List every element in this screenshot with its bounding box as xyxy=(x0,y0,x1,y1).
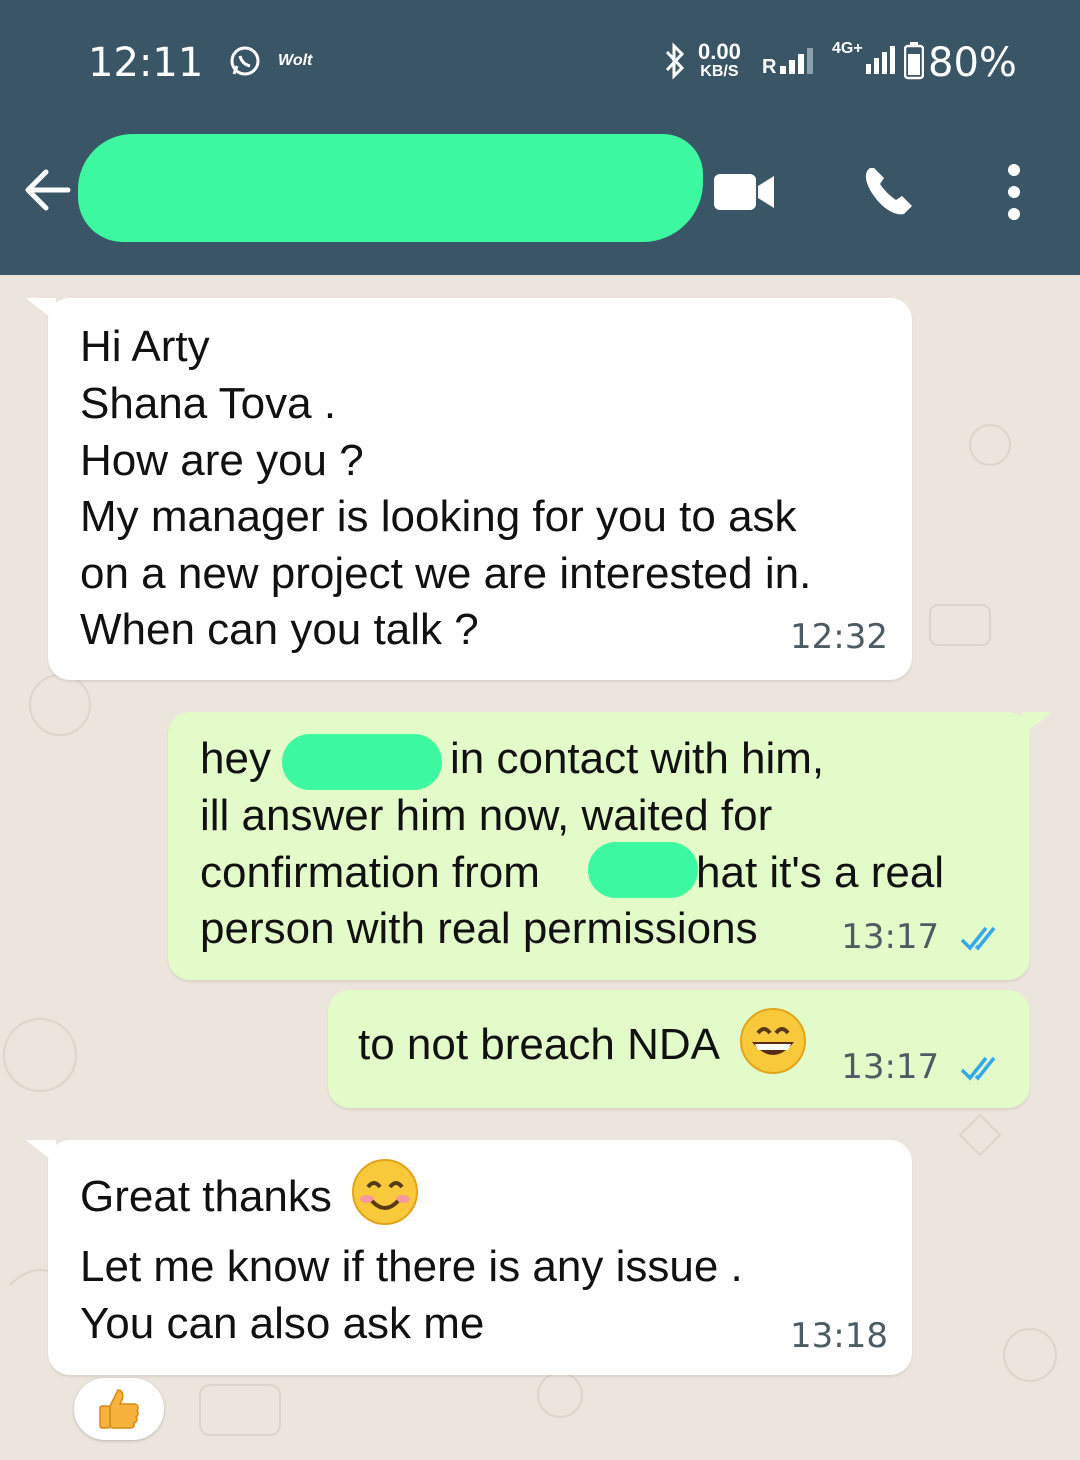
video-call-icon[interactable] xyxy=(712,170,776,214)
message-line: When can you talk ? xyxy=(80,605,479,654)
thumbs-up-icon xyxy=(99,1389,139,1429)
incoming-message[interactable]: Hi Arty Shana Tova . How are you ? My ma… xyxy=(48,298,912,680)
message-line: in contact with him, xyxy=(450,734,825,783)
message-time: 13:17 xyxy=(841,1039,1006,1096)
incoming-message[interactable]: Great thanks Let me know if there is any… xyxy=(48,1140,912,1375)
message-line: hat it's a real xyxy=(696,848,945,897)
message-time: 13:18 xyxy=(790,1316,888,1356)
voice-call-icon[interactable] xyxy=(860,164,916,220)
network-type: 4G+ xyxy=(832,40,863,57)
message-line: Shana Tova . xyxy=(80,379,337,428)
battery-icon xyxy=(904,42,924,80)
status-bar: 12:11 Wolt 0.00 KB/S R 4G+ 80% xyxy=(0,0,1080,120)
message-line: Hi Arty xyxy=(80,322,210,371)
redacted-name xyxy=(588,842,698,898)
message-line: confirmation from xyxy=(200,848,540,897)
reaction-badge[interactable] xyxy=(74,1378,164,1440)
redacted-contact-name[interactable] xyxy=(78,134,703,242)
roaming-indicator: R xyxy=(762,56,777,78)
message-line: My manager is looking for you to ask xyxy=(80,492,797,541)
message-line: to not breach NDA xyxy=(358,1008,808,1076)
message-line: You can also ask me xyxy=(80,1299,485,1348)
message-line: Great thanks xyxy=(80,1159,420,1227)
message-line: How are you ? xyxy=(80,436,364,485)
whatsapp-notification-icon xyxy=(230,46,260,76)
network-speed: 0.00 KB/S xyxy=(698,39,741,81)
grinning-face-emoji-icon xyxy=(739,1008,806,1075)
battery-percent: 80% xyxy=(928,40,1017,86)
wolt-notification-icon: Wolt xyxy=(278,52,313,69)
message-line: hey xyxy=(200,734,271,783)
message-line: ill answer him now, waited for xyxy=(200,791,773,840)
status-time: 12:11 xyxy=(88,40,204,86)
bluetooth-icon xyxy=(665,42,685,80)
back-arrow-icon[interactable] xyxy=(22,162,72,218)
message-line: Let me know if there is any issue . xyxy=(80,1242,743,1291)
bubble-tail xyxy=(1022,712,1052,736)
read-receipt-icon xyxy=(960,926,996,951)
message-time: 13:17 xyxy=(841,909,1006,966)
read-receipt-icon xyxy=(960,1056,996,1081)
message-line: person with real permissions xyxy=(200,904,758,953)
signal-strength-icon xyxy=(780,48,813,74)
smiling-face-emoji-icon xyxy=(352,1159,419,1226)
message-line: on a new project we are interested in. xyxy=(80,549,812,598)
outgoing-message[interactable]: hey in contact with him, ill answer him … xyxy=(168,712,1030,980)
more-options-icon[interactable] xyxy=(1000,162,1028,222)
outgoing-message[interactable]: to not breach NDA 13:17 xyxy=(328,990,1030,1108)
bubble-tail xyxy=(26,1140,56,1164)
redacted-name xyxy=(282,734,442,790)
chat-header xyxy=(0,120,1080,275)
bubble-tail xyxy=(26,298,56,322)
signal-strength-2-icon xyxy=(866,46,895,74)
message-time: 12:32 xyxy=(790,617,888,657)
